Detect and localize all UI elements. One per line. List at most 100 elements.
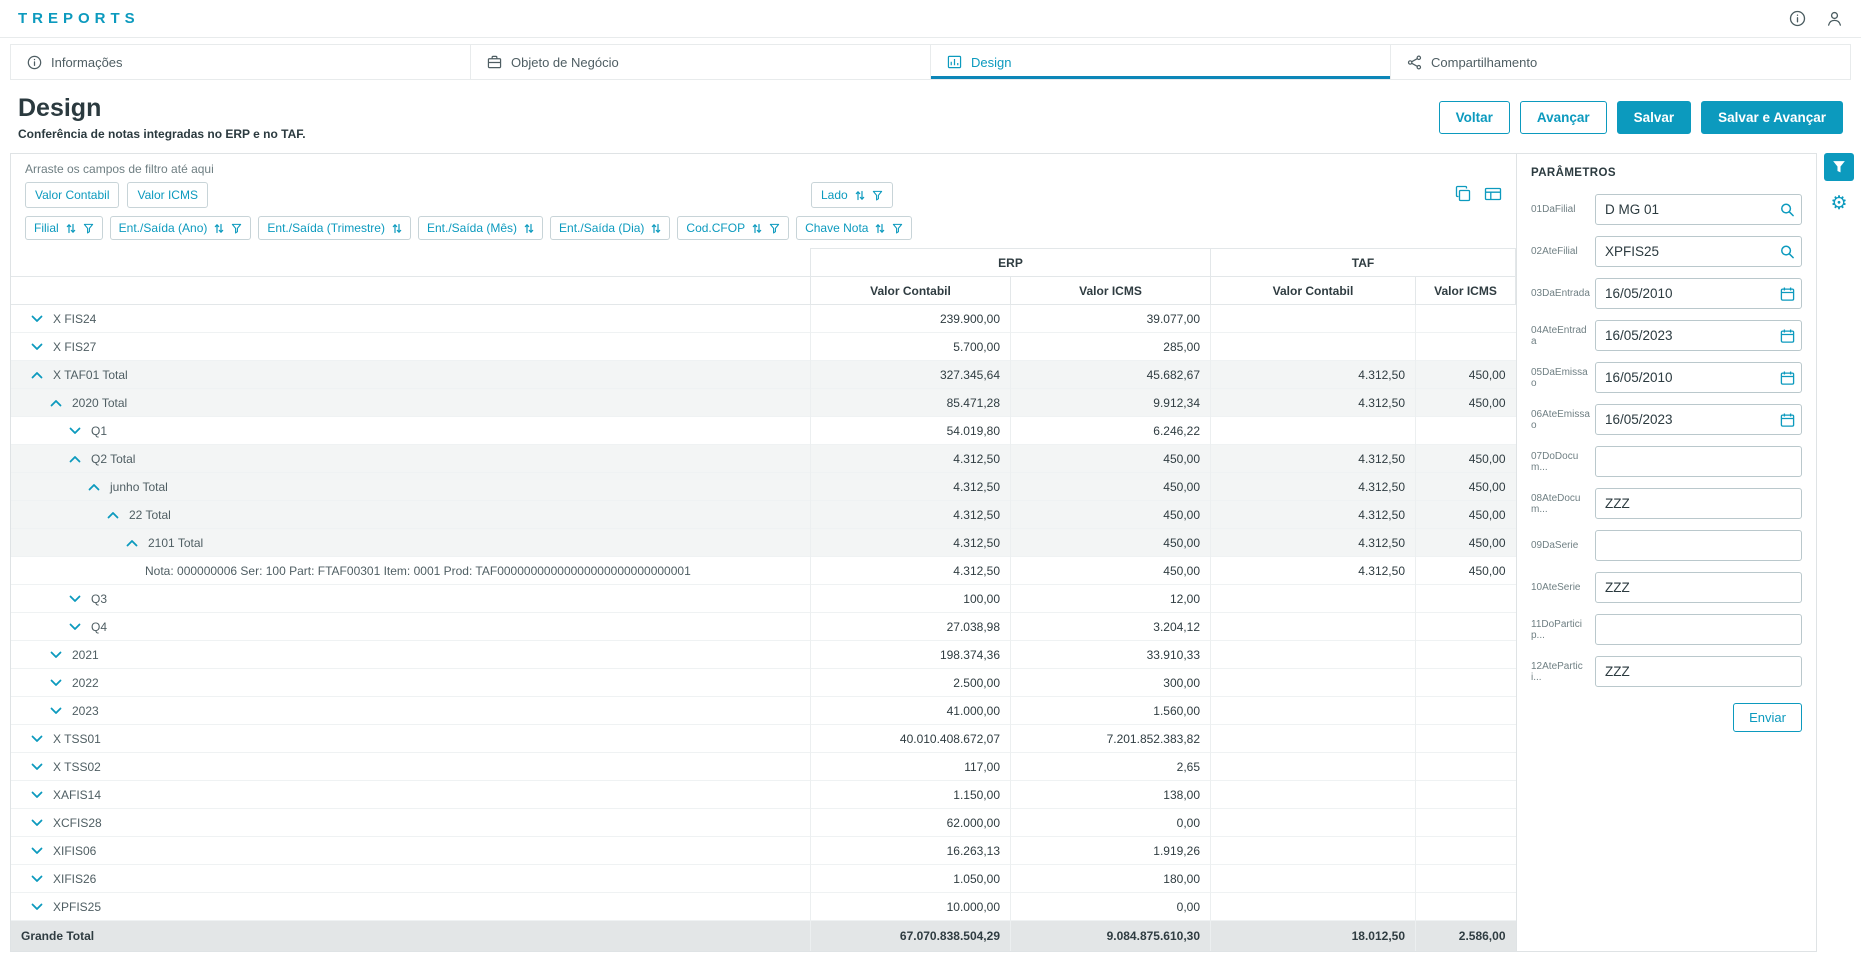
salvar-e-avancar-button[interactable]: Salvar e Avançar [1701, 101, 1843, 134]
param-input-05daemissao[interactable] [1595, 362, 1802, 393]
value-cell: 198.374,36 [810, 640, 1011, 669]
chevron-down-icon[interactable] [31, 875, 43, 883]
tab-objeto-de-negocio[interactable]: Objeto de Negócio [471, 44, 931, 80]
column-header: Valor Contabil [810, 276, 1011, 305]
param-label: 09DaSerie [1531, 540, 1579, 551]
column-header: Valor ICMS [1010, 276, 1211, 305]
filter-funnel-icon[interactable] [83, 223, 94, 234]
value-cell: 300,00 [1010, 668, 1211, 697]
field-chip-cod-cfop[interactable]: Cod.CFOP [677, 216, 790, 240]
calendar-icon[interactable] [1780, 412, 1795, 427]
chevron-down-icon[interactable] [50, 651, 62, 659]
value-cell: 285,00 [1010, 332, 1211, 361]
sort-icon[interactable] [651, 223, 661, 234]
field-chip-valor-contabil[interactable]: Valor Contabil [25, 182, 120, 208]
row-label: Q3 [91, 591, 108, 606]
param-input-10ateserie[interactable] [1595, 572, 1802, 603]
field-chip-ent-saida-mes[interactable]: Ent./Saída (Mês) [417, 216, 544, 240]
sort-icon[interactable] [66, 223, 76, 234]
filter-funnel-icon[interactable] [892, 223, 903, 234]
chevron-down-icon[interactable] [31, 315, 43, 323]
search-icon[interactable] [1780, 244, 1795, 259]
chevron-up-icon[interactable] [31, 371, 43, 379]
chevron-up-icon[interactable] [50, 399, 62, 407]
param-input-09daserie[interactable] [1595, 530, 1802, 561]
chevron-down-icon[interactable] [50, 707, 62, 715]
voltar-button[interactable]: Voltar [1438, 101, 1510, 134]
copy-icon[interactable] [1454, 185, 1472, 203]
chevron-down-icon[interactable] [31, 847, 43, 855]
calendar-icon[interactable] [1780, 286, 1795, 301]
tab-compartilhamento[interactable]: Compartilhamento [1391, 44, 1851, 80]
chevron-down-icon[interactable] [69, 427, 81, 435]
sort-icon[interactable] [752, 223, 762, 234]
sort-icon[interactable] [214, 223, 224, 234]
param-label: 06AteEmissao [1531, 408, 1590, 431]
param-input-12atepartici[interactable] [1595, 656, 1802, 687]
value-cell: 10.000,00 [810, 892, 1011, 921]
chevron-up-icon[interactable] [69, 455, 81, 463]
param-input-04ateentrada[interactable] [1595, 320, 1802, 351]
row-label: 2022 [72, 675, 99, 690]
value-cell: 4.312,50 [810, 444, 1011, 473]
tab-label: Informações [51, 54, 123, 70]
value-cell: 4.312,50 [810, 500, 1011, 529]
filter-funnel-icon[interactable] [769, 223, 780, 234]
chevron-down-icon[interactable] [69, 595, 81, 603]
param-input-06ateemissao[interactable] [1595, 404, 1802, 435]
field-chip-ent-saida-dia[interactable]: Ent./Saída (Dia) [550, 216, 671, 240]
sort-icon[interactable] [855, 190, 865, 201]
filter-funnel-icon[interactable] [231, 223, 242, 234]
search-icon[interactable] [1780, 202, 1795, 217]
value-cell: 4.312,50 [1210, 388, 1416, 417]
filter-drop-zone[interactable]: Arraste os campos de filtro até aqui [11, 154, 1516, 176]
chevron-down-icon[interactable] [31, 903, 43, 911]
sort-icon[interactable] [524, 223, 534, 234]
chevron-down-icon[interactable] [31, 819, 43, 827]
param-input-07dodocum[interactable] [1595, 446, 1802, 477]
calendar-icon[interactable] [1780, 328, 1795, 343]
user-icon[interactable] [1826, 10, 1843, 27]
table-row: Q2 Total 4.312,50 450,00 4.312,50 450,00 [11, 444, 1516, 473]
gear-icon[interactable]: ⚙ [1830, 194, 1847, 213]
field-chip-ent-saida-ano[interactable]: Ent./Saída (Ano) [109, 216, 252, 240]
value-cell [1210, 304, 1416, 333]
value-cell [1415, 836, 1516, 865]
chip-label: Ent./Saída (Ano) [118, 221, 208, 235]
enviar-button[interactable]: Enviar [1733, 703, 1802, 732]
chevron-up-icon[interactable] [107, 511, 119, 519]
tab-design[interactable]: Design [931, 44, 1391, 80]
chevron-up-icon[interactable] [88, 483, 100, 491]
sort-icon[interactable] [392, 223, 402, 234]
field-chip-filial[interactable]: Filial [25, 216, 103, 240]
field-chip-valor-icms[interactable]: Valor ICMS [127, 182, 208, 208]
chevron-down-icon[interactable] [69, 623, 81, 631]
export-icon[interactable] [1484, 185, 1502, 203]
param-input-03daentrada[interactable] [1595, 278, 1802, 309]
param-input-01dafilial[interactable] [1595, 194, 1802, 225]
row-label: XCFIS28 [53, 815, 102, 830]
filter-funnel-icon[interactable] [872, 190, 883, 201]
chevron-down-icon[interactable] [50, 679, 62, 687]
param-input-02atefilial[interactable] [1595, 236, 1802, 267]
chevron-down-icon[interactable] [31, 791, 43, 799]
help-info-icon[interactable] [1789, 10, 1806, 27]
field-chip-ent-saida-trimestre[interactable]: Ent./Saída (Trimestre) [258, 216, 411, 240]
sort-icon[interactable] [875, 223, 885, 234]
salvar-button[interactable]: Salvar [1616, 101, 1692, 134]
chevron-up-icon[interactable] [126, 539, 138, 547]
chevron-down-icon[interactable] [31, 343, 43, 351]
table-row: 2020 Total 85.471,28 9.912,34 4.312,50 450,0… [11, 388, 1516, 417]
app-logo: TREPORTS [18, 10, 140, 27]
avancar-button[interactable]: Avançar [1519, 101, 1607, 134]
param-input-11doparticip[interactable] [1595, 614, 1802, 645]
field-chip-chave-nota[interactable]: Chave Nota [796, 216, 913, 240]
param-input-08atedocum[interactable] [1595, 488, 1802, 519]
value-cell: 1.050,00 [810, 864, 1011, 893]
chevron-down-icon[interactable] [31, 735, 43, 743]
field-chip-lado[interactable]: Lado [811, 182, 893, 208]
chevron-down-icon[interactable] [31, 763, 43, 771]
calendar-icon[interactable] [1780, 370, 1795, 385]
filter-icon[interactable] [1824, 153, 1854, 181]
tab-informacoes[interactable]: Informações [10, 44, 471, 80]
